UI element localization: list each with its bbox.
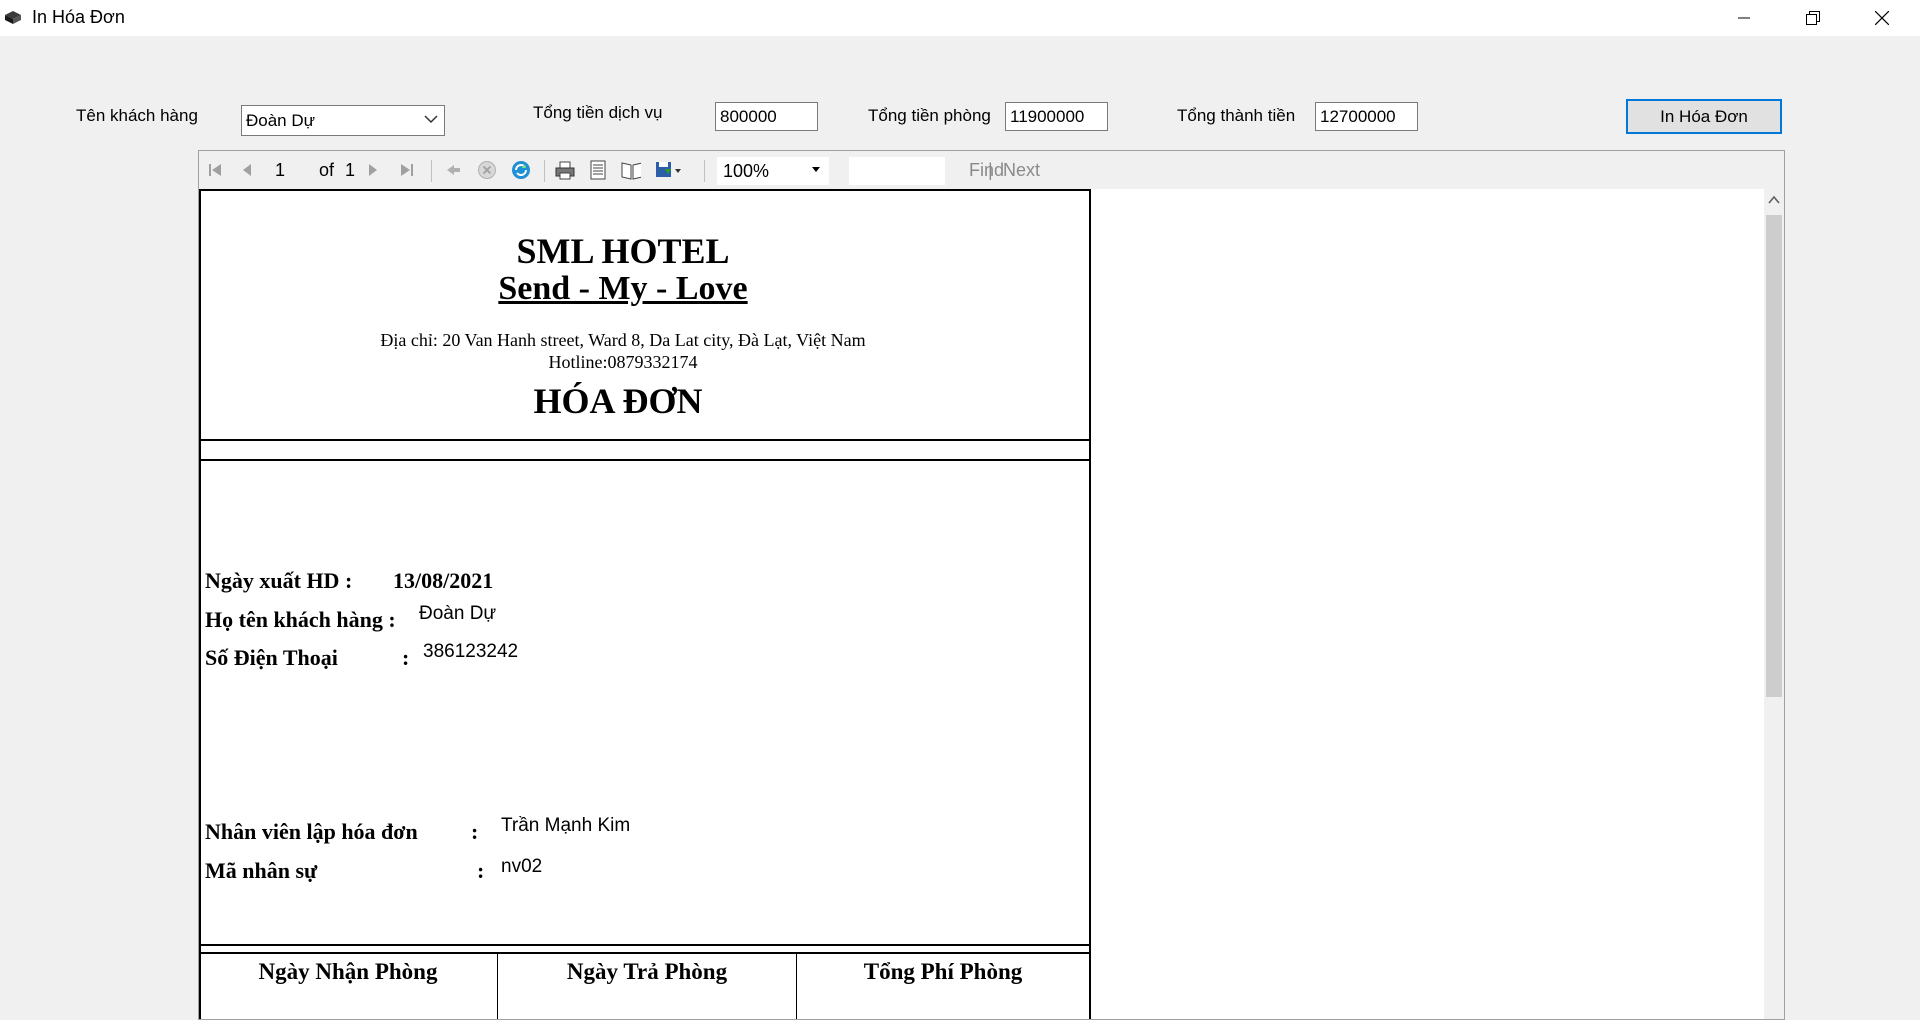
zoom-select[interactable]: 100% <box>717 157 829 185</box>
dropdown-arrow-icon <box>812 167 820 172</box>
customer-combobox-value: Đoàn Dự <box>246 111 316 130</box>
last-page-button[interactable] <box>397 160 417 180</box>
issue-date-label: Ngày xuất HD : <box>205 568 353 593</box>
title-bar: In Hóa Đơn <box>0 0 1920 36</box>
find-button[interactable]: Find <box>969 160 1004 181</box>
window-title: In Hóa Đơn <box>32 7 125 27</box>
save-icon <box>656 162 681 177</box>
hotel-slogan: Send - My - Love <box>498 270 748 307</box>
table-header-checkout: Ngày Trả Phòng <box>566 959 728 984</box>
room-total-label: Tổng tiền phòng <box>868 106 991 125</box>
phone-label: Số Điện Thoại <box>205 645 338 670</box>
report-page-area: SML HOTEL Send - My - Love Địa chỉ: 20 V… <box>199 189 1764 1019</box>
customer-label: Tên khách hàng <box>76 106 198 125</box>
staff-value: Trần Mạnh Kim <box>501 815 631 836</box>
next-page-icon <box>369 164 377 176</box>
hotel-address: Địa chỉ: 20 Van Hanh street, Ward 8, Da … <box>380 330 866 350</box>
last-page-icon <box>401 164 413 176</box>
hotel-name: SML HOTEL <box>516 231 730 271</box>
customer-combobox[interactable]: Đoàn Dự <box>241 105 445 136</box>
restore-button[interactable] <box>1779 0 1847 36</box>
toolbar-separator <box>544 160 545 182</box>
table-header-checkin: Ngày Nhận Phòng <box>258 959 438 984</box>
chevron-down-icon <box>424 115 438 124</box>
room-total-field[interactable]: 11900000 <box>1005 102 1108 131</box>
service-total-field[interactable]: 800000 <box>715 102 818 131</box>
staff-id-label: Mã nhân sự <box>205 858 318 883</box>
report-viewer: 1 of 1 100% Find | Next SML HOTEL Send -… <box>198 150 1785 1020</box>
stop-button[interactable] <box>477 160 497 180</box>
next-page-button[interactable] <box>363 160 383 180</box>
stop-icon <box>478 161 496 179</box>
refresh-icon <box>512 161 530 179</box>
scroll-up-icon[interactable] <box>1768 195 1780 205</box>
vertical-scrollbar[interactable] <box>1764 189 1784 1019</box>
export-button[interactable] <box>655 160 683 180</box>
details-divider <box>199 944 1091 946</box>
report-border-left <box>199 189 201 1019</box>
header-divider <box>199 459 1091 461</box>
customer-name-label: Họ tên khách hàng : <box>205 607 396 632</box>
page-number-field[interactable]: 1 <box>275 160 285 181</box>
grand-total-field[interactable]: 12700000 <box>1315 102 1418 131</box>
customer-name-value: Đoàn Dự <box>419 603 497 624</box>
find-next-button[interactable]: Next <box>1003 160 1040 181</box>
back-arrow-icon <box>447 165 460 175</box>
print-button[interactable] <box>555 160 575 180</box>
page-setup-icon <box>621 162 641 180</box>
table-header-room-fee: Tổng Phí Phòng <box>863 959 1023 984</box>
first-page-icon <box>209 164 221 176</box>
close-icon <box>1875 11 1889 25</box>
find-input[interactable] <box>849 157 945 185</box>
previous-page-button[interactable] <box>237 160 257 180</box>
header-divider <box>199 439 1091 441</box>
staff-id-colon: : <box>477 858 485 883</box>
zoom-value: 100% <box>723 161 770 181</box>
refresh-button[interactable] <box>511 160 531 180</box>
close-button[interactable] <box>1848 0 1916 36</box>
printer-app-icon <box>5 11 21 24</box>
invoice-report: SML HOTEL Send - My - Love Địa chỉ: 20 V… <box>199 189 1091 1019</box>
first-page-button[interactable] <box>205 160 225 180</box>
phone-colon: : <box>402 645 410 670</box>
print-invoice-button[interactable]: In Hóa Đơn <box>1626 99 1782 134</box>
report-border-right <box>1089 189 1091 1019</box>
restore-icon <box>1806 11 1820 25</box>
viewer-toolbar: 1 of 1 100% Find | Next <box>199 151 1784 189</box>
staff-colon: : <box>471 819 479 844</box>
page-setup-button[interactable] <box>621 160 641 180</box>
scrollbar-thumb[interactable] <box>1766 215 1782 697</box>
page-of-label: of <box>319 160 335 180</box>
toolbar-separator <box>431 160 432 182</box>
page-total-label: 1 <box>345 160 356 180</box>
back-button[interactable] <box>443 160 463 180</box>
grand-total-label: Tổng thành tiền <box>1177 106 1296 125</box>
find-separator: | <box>988 160 993 180</box>
service-total-label: Tổng tiền dịch vụ <box>533 103 663 122</box>
issue-date-value: 13/08/2021 <box>393 568 494 593</box>
print-layout-icon <box>590 160 606 180</box>
print-layout-button[interactable] <box>588 160 608 180</box>
minimize-button[interactable] <box>1710 0 1778 36</box>
invoice-title: HÓA ĐƠN <box>533 381 703 421</box>
staff-label: Nhân viên lập hóa đơn <box>205 819 418 844</box>
report-border-top <box>199 189 1091 191</box>
printer-icon <box>555 161 575 180</box>
details-divider <box>199 952 1091 954</box>
minimize-icon <box>1738 17 1750 19</box>
hotel-hotline: Hotline:0879332174 <box>548 352 698 372</box>
toolbar-separator <box>704 160 705 182</box>
previous-page-icon <box>243 164 251 176</box>
phone-value: 386123242 <box>423 641 519 662</box>
staff-id-value: nv02 <box>501 856 543 877</box>
